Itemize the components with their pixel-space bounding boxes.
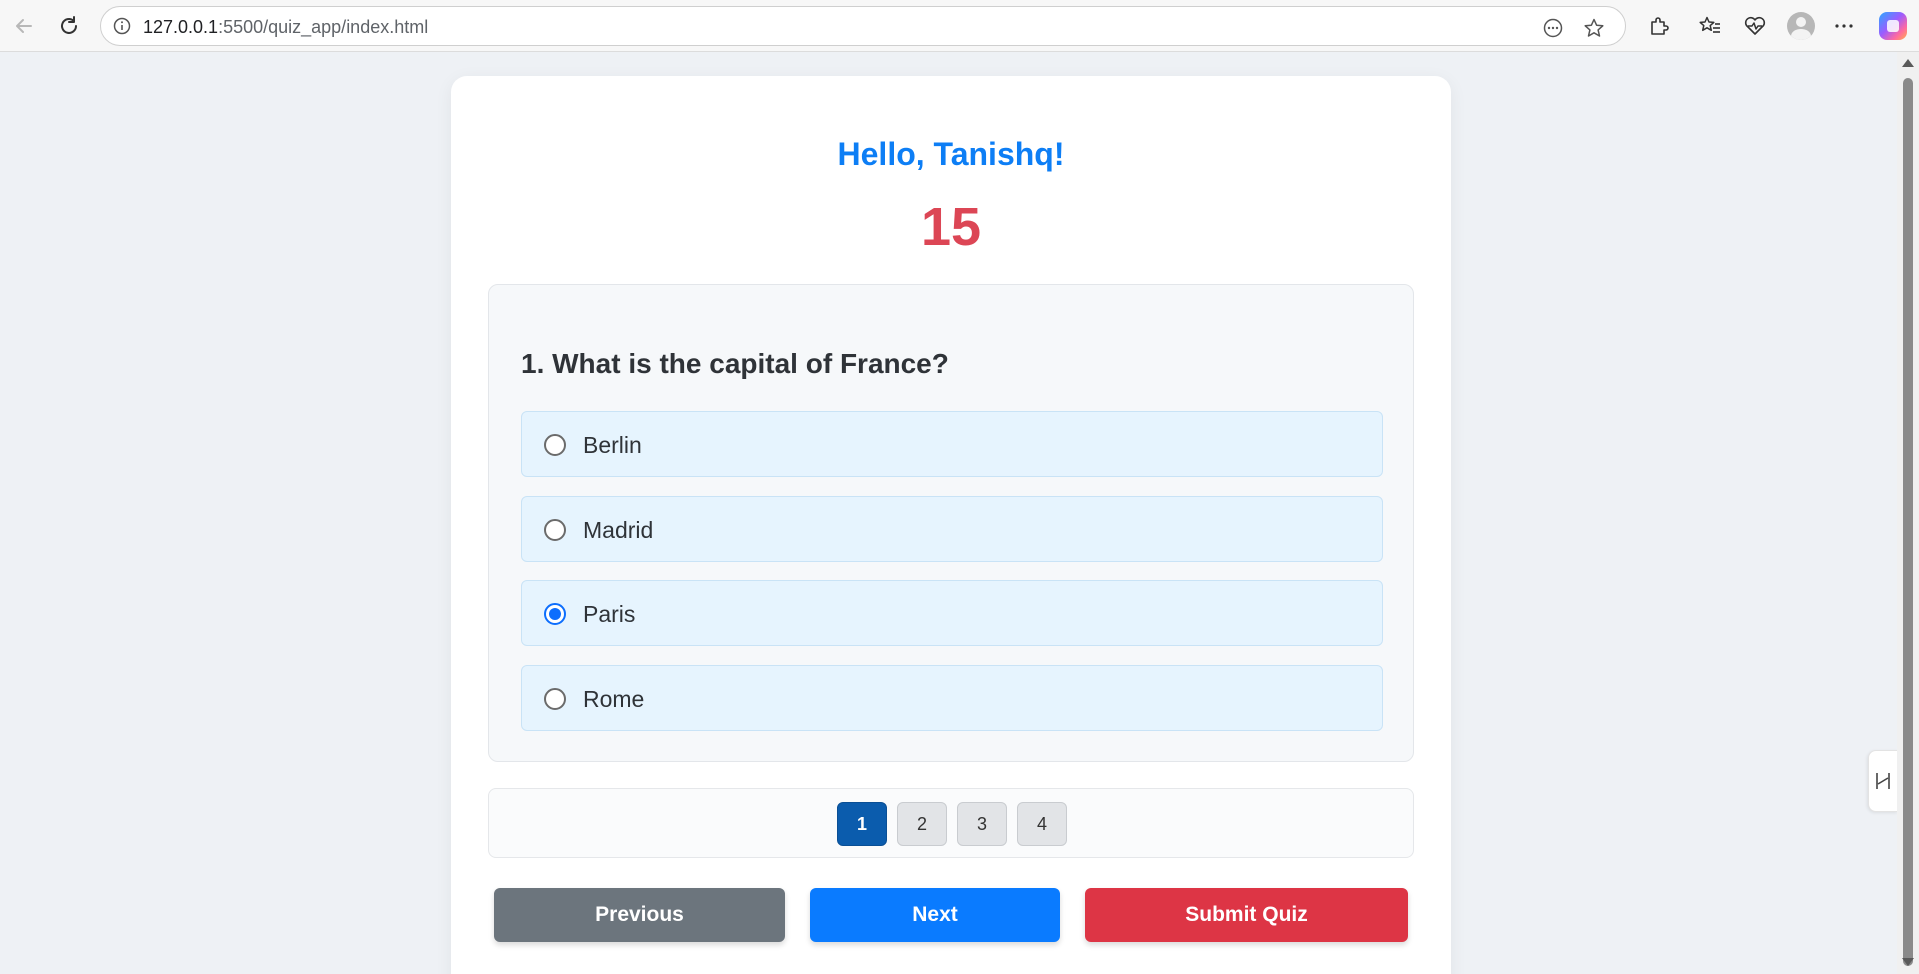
copilot-icon[interactable] <box>1879 12 1907 40</box>
site-info-icon[interactable] <box>113 17 131 35</box>
page-button-1[interactable]: 1 <box>837 802 887 846</box>
radio-button[interactable] <box>544 434 566 456</box>
vertical-scrollbar[interactable] <box>1897 52 1919 974</box>
countdown-timer: 15 <box>920 197 982 257</box>
option-label: Madrid <box>583 517 654 543</box>
url-text[interactable]: 127.0.0.1:5500/quiz_app/index.html <box>143 17 428 38</box>
radio-button[interactable] <box>544 519 566 541</box>
reload-button[interactable] <box>54 11 84 41</box>
option-rome[interactable]: Rome <box>521 665 1383 731</box>
question-panel: 1. What is the capital of France? Berlin… <box>488 284 1414 762</box>
page-button-4[interactable]: 4 <box>1017 802 1067 846</box>
extensions-icon[interactable] <box>1645 12 1673 40</box>
option-madrid[interactable]: Madrid <box>521 496 1383 562</box>
browser-health-icon[interactable] <box>1741 12 1769 40</box>
question-pagination: 1 2 3 4 <box>488 788 1414 858</box>
sidebar-toggle-icon <box>1876 773 1890 789</box>
question-text: 1. What is the capital of France? <box>521 348 949 379</box>
radio-button[interactable] <box>544 688 566 710</box>
quiz-card: Hello, Tanishq! 15 1. What is the capita… <box>451 76 1451 974</box>
previous-button[interactable]: Previous <box>494 888 785 942</box>
option-paris[interactable]: Paris <box>521 580 1383 646</box>
more-options-icon[interactable] <box>1830 12 1858 40</box>
reload-icon <box>61 16 77 34</box>
browser-toolbar: 127.0.0.1:5500/quiz_app/index.html <box>0 0 1919 52</box>
submit-quiz-button[interactable]: Submit Quiz <box>1085 888 1408 942</box>
option-label: Berlin <box>583 432 642 458</box>
url-host: 127.0.0.1 <box>143 17 219 37</box>
option-label: Rome <box>583 686 645 712</box>
sidebar-toggle-widget[interactable] <box>1868 750 1898 812</box>
next-button[interactable]: Next <box>810 888 1060 942</box>
option-berlin[interactable]: Berlin <box>521 411 1383 477</box>
favorite-star-icon[interactable] <box>1583 17 1605 39</box>
scroll-down-arrow-icon[interactable] <box>1902 958 1914 966</box>
radio-button-selected[interactable] <box>544 603 566 625</box>
back-button[interactable] <box>9 11 39 41</box>
favorites-list-icon[interactable] <box>1696 12 1724 40</box>
greeting-heading: Hello, Tanishq! <box>837 136 1065 172</box>
page-button-3[interactable]: 3 <box>957 802 1007 846</box>
page-button-2[interactable]: 2 <box>897 802 947 846</box>
reading-options-icon[interactable] <box>1542 17 1564 39</box>
address-bar[interactable]: 127.0.0.1:5500/quiz_app/index.html <box>100 6 1626 46</box>
url-path: :5500/quiz_app/index.html <box>218 17 429 37</box>
profile-avatar[interactable] <box>1787 12 1815 40</box>
back-arrow-icon <box>16 19 32 33</box>
scroll-thumb[interactable] <box>1903 78 1913 966</box>
scroll-up-arrow-icon[interactable] <box>1902 59 1914 67</box>
option-label: Paris <box>583 601 636 627</box>
